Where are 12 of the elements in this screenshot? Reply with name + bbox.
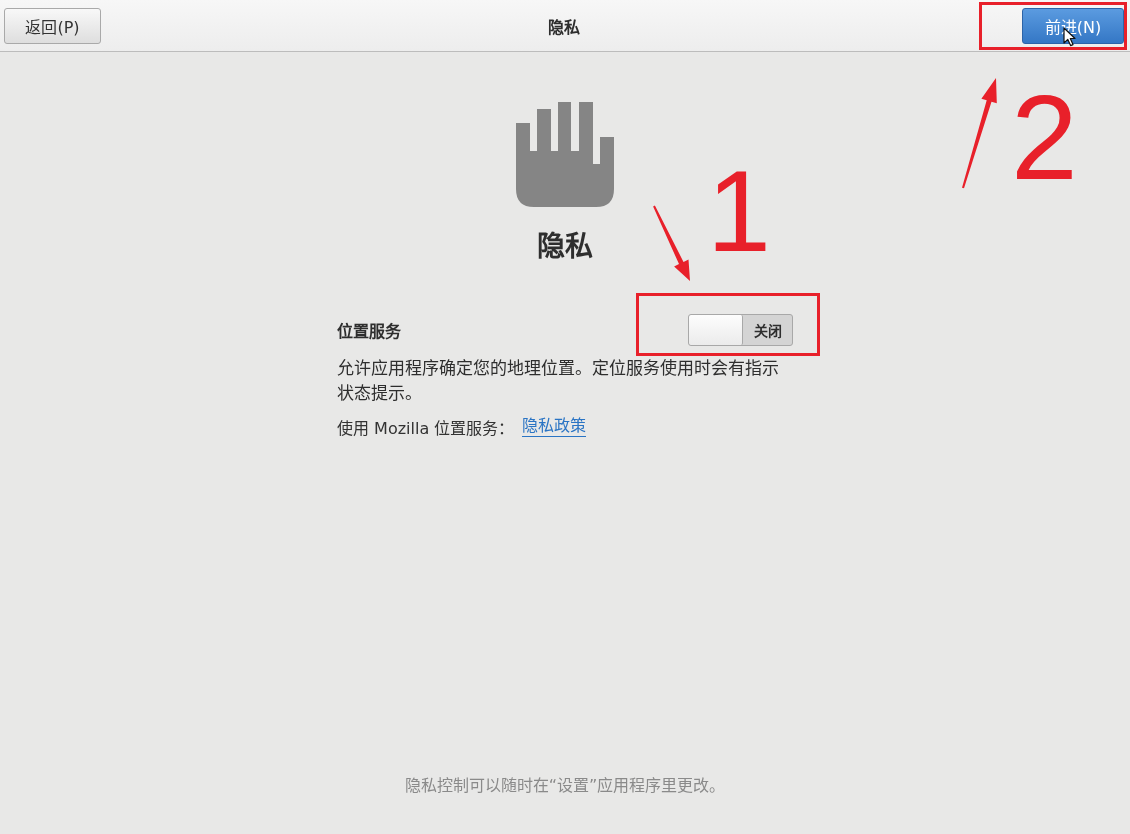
service-note: 使用 Mozilla 位置服务： — [337, 417, 515, 439]
footer-note: 隐私控制可以随时在“设置”应用程序里更改。 — [404, 775, 726, 797]
page-heading: 隐私 — [537, 229, 593, 265]
handwritten-number: 1 — [707, 154, 771, 269]
toggle-switch[interactable]: 关闭 — [688, 314, 793, 346]
back-button[interactable]: 返回(P) — [4, 7, 101, 44]
setting-label: 位置服务 — [337, 321, 401, 342]
policy-link[interactable]: 隐私政策 — [522, 416, 587, 437]
window-title: 隐私 — [548, 16, 580, 38]
hand-icon — [516, 100, 614, 207]
handwritten-number: 2 — [1011, 76, 1078, 197]
setting-description: 允许应用程序确定您的地理位置。定位服务使用时会有指示状态提示。 — [337, 357, 780, 405]
